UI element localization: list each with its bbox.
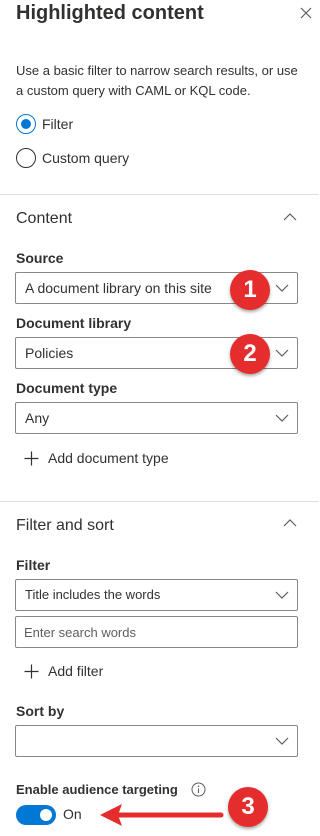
radio-custom-query-label: Custom query bbox=[42, 150, 130, 166]
chevron-down-icon bbox=[275, 591, 289, 599]
search-words-input[interactable] bbox=[16, 617, 297, 647]
filter-sort-section-title: Filter and sort bbox=[16, 517, 114, 534]
radio-filter[interactable]: Filter bbox=[16, 114, 73, 134]
add-document-type-button[interactable]: Add document type bbox=[24, 448, 169, 468]
audience-targeting-toggle[interactable] bbox=[16, 805, 56, 825]
sort-by-label: Sort by bbox=[16, 703, 65, 719]
chevron-down-icon bbox=[275, 284, 289, 292]
info-icon[interactable] bbox=[191, 782, 206, 797]
audience-targeting-state: On bbox=[63, 806, 82, 822]
radio-custom-query-indicator[interactable] bbox=[16, 148, 36, 168]
chevron-down-icon bbox=[275, 414, 289, 422]
panel-title: Highlighted content bbox=[16, 2, 204, 24]
document-type-dropdown[interactable]: Any bbox=[15, 402, 298, 434]
toggle-thumb bbox=[40, 809, 52, 821]
radio-filter-label: Filter bbox=[42, 116, 74, 132]
plus-icon bbox=[24, 451, 39, 465]
filter-dropdown[interactable]: Title includes the words bbox=[15, 579, 298, 611]
callout-badge-3: 3 bbox=[228, 787, 268, 827]
plus-icon bbox=[24, 664, 39, 678]
add-document-type-label: Add document type bbox=[48, 450, 169, 466]
close-button[interactable] bbox=[294, 0, 318, 26]
callout-badge-2: 2 bbox=[230, 334, 270, 374]
chevron-up-icon bbox=[283, 519, 297, 527]
radio-filter-indicator[interactable] bbox=[16, 114, 36, 134]
filter-dropdown-value: Title includes the words bbox=[25, 587, 161, 602]
close-icon bbox=[300, 7, 312, 19]
divider bbox=[0, 194, 319, 195]
search-words-field[interactable] bbox=[15, 616, 298, 648]
chevron-down-icon bbox=[275, 737, 289, 745]
intro-text: Use a basic filter to narrow search resu… bbox=[16, 63, 298, 98]
filter-sort-collapse-button[interactable] bbox=[280, 515, 300, 531]
callout-arrow-icon bbox=[100, 804, 224, 826]
audience-targeting-label: Enable audience targeting bbox=[16, 782, 178, 797]
document-type-dropdown-value: Any bbox=[25, 410, 50, 426]
document-type-label: Document type bbox=[16, 380, 118, 396]
chevron-up-icon bbox=[283, 213, 297, 221]
chevron-down-icon bbox=[275, 349, 289, 357]
add-filter-button[interactable]: Add filter bbox=[24, 661, 103, 681]
source-dropdown-value: A document library on this site bbox=[25, 280, 212, 296]
radio-custom-query[interactable]: Custom query bbox=[16, 148, 129, 168]
source-label: Source bbox=[16, 250, 64, 266]
callout-badge-1: 1 bbox=[230, 270, 270, 310]
content-section-title: Content bbox=[16, 210, 73, 227]
divider bbox=[0, 501, 319, 502]
document-library-label: Document library bbox=[16, 315, 132, 331]
content-collapse-button[interactable] bbox=[280, 209, 300, 225]
document-library-dropdown-value: Policies bbox=[25, 345, 74, 361]
add-filter-label: Add filter bbox=[48, 663, 104, 679]
sort-by-dropdown[interactable] bbox=[15, 725, 298, 757]
filter-label: Filter bbox=[16, 557, 51, 573]
